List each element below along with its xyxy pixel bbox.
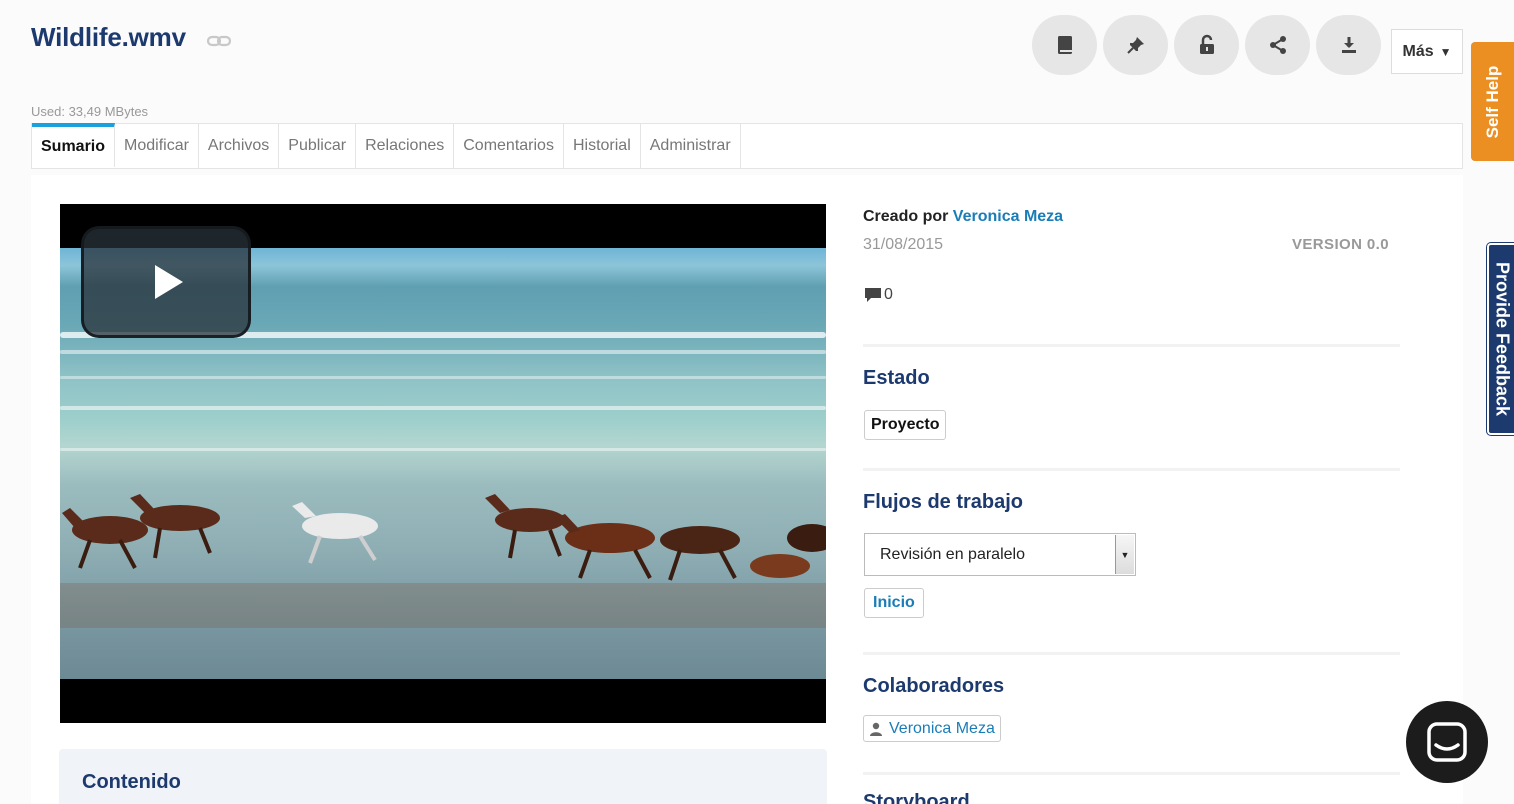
feedback-tab[interactable]: Provide Feedback xyxy=(1487,243,1514,435)
tab-administrar[interactable]: Administrar xyxy=(641,124,741,168)
created-label: Creado por xyxy=(863,208,948,225)
comment-count: 0 xyxy=(884,286,893,304)
storage-used: Used: 33,49 MBytes xyxy=(31,104,148,119)
more-label: Más xyxy=(1402,43,1433,61)
link-icon[interactable] xyxy=(207,35,231,47)
divider xyxy=(863,772,1400,775)
unlock-icon xyxy=(1196,34,1218,56)
start-workflow-button[interactable]: Inicio xyxy=(864,588,924,618)
divider xyxy=(863,468,1400,471)
self-help-tab[interactable]: Self Help xyxy=(1471,42,1514,161)
tab-historial[interactable]: Historial xyxy=(564,124,641,168)
book-icon xyxy=(1054,34,1076,56)
tab-bar: Sumario Modificar Archivos Publicar Rela… xyxy=(31,123,1463,169)
tab-modificar[interactable]: Modificar xyxy=(115,124,199,168)
workflows-title: Flujos de trabajo xyxy=(863,491,1023,514)
workflow-select[interactable]: Revisión en paralelo ▼ xyxy=(864,533,1136,576)
divider xyxy=(863,652,1400,655)
caret-down-icon: ▼ xyxy=(1440,45,1452,59)
share-button[interactable] xyxy=(1245,15,1310,75)
page-title: Wildlife.wmv xyxy=(31,22,186,53)
user-icon xyxy=(869,722,883,736)
chat-launcher[interactable] xyxy=(1406,701,1488,783)
feedback-label: Provide Feedback xyxy=(1491,262,1512,416)
chat-icon xyxy=(1426,721,1468,763)
share-icon xyxy=(1267,34,1289,56)
status-badge: Proyecto xyxy=(864,410,946,440)
comments-count[interactable]: 0 xyxy=(864,286,893,304)
tab-relaciones[interactable]: Relaciones xyxy=(356,124,454,168)
comment-icon xyxy=(864,286,882,304)
divider xyxy=(863,344,1400,347)
tab-archivos[interactable]: Archivos xyxy=(199,124,279,168)
tab-publicar[interactable]: Publicar xyxy=(279,124,356,168)
content-heading: Contenido xyxy=(82,771,181,794)
download-button[interactable] xyxy=(1316,15,1381,75)
tab-sumario[interactable]: Sumario xyxy=(32,123,115,167)
unlock-button[interactable] xyxy=(1174,15,1239,75)
content-section: Contenido xyxy=(59,749,827,804)
collaborator-name: Veronica Meza xyxy=(889,720,995,738)
video-player[interactable] xyxy=(60,204,826,723)
collaborators-title: Colaboradores xyxy=(863,675,1004,698)
self-help-label: Self Help xyxy=(1483,65,1503,138)
download-icon xyxy=(1338,34,1360,56)
creator-link[interactable]: Veronica Meza xyxy=(953,208,1063,225)
horses-image xyxy=(60,488,826,628)
created-date: 31/08/2015 xyxy=(863,236,943,254)
chevron-down-icon[interactable]: ▼ xyxy=(1115,535,1134,574)
more-dropdown[interactable]: Más ▼ xyxy=(1391,29,1463,74)
pin-button[interactable] xyxy=(1103,15,1168,75)
estado-title: Estado xyxy=(863,367,930,390)
book-button[interactable] xyxy=(1032,15,1097,75)
workflow-selected: Revisión en paralelo xyxy=(880,546,1025,564)
version-label: VERSION 0.0 xyxy=(1292,236,1389,253)
tab-comentarios[interactable]: Comentarios xyxy=(454,124,564,168)
storyboard-title: Storyboard xyxy=(863,791,970,804)
created-by: Creado por Veronica Meza xyxy=(863,208,1063,226)
play-icon xyxy=(155,265,183,299)
collaborator-chip[interactable]: Veronica Meza xyxy=(863,715,1001,742)
pin-icon xyxy=(1125,34,1147,56)
play-button[interactable] xyxy=(81,226,251,338)
